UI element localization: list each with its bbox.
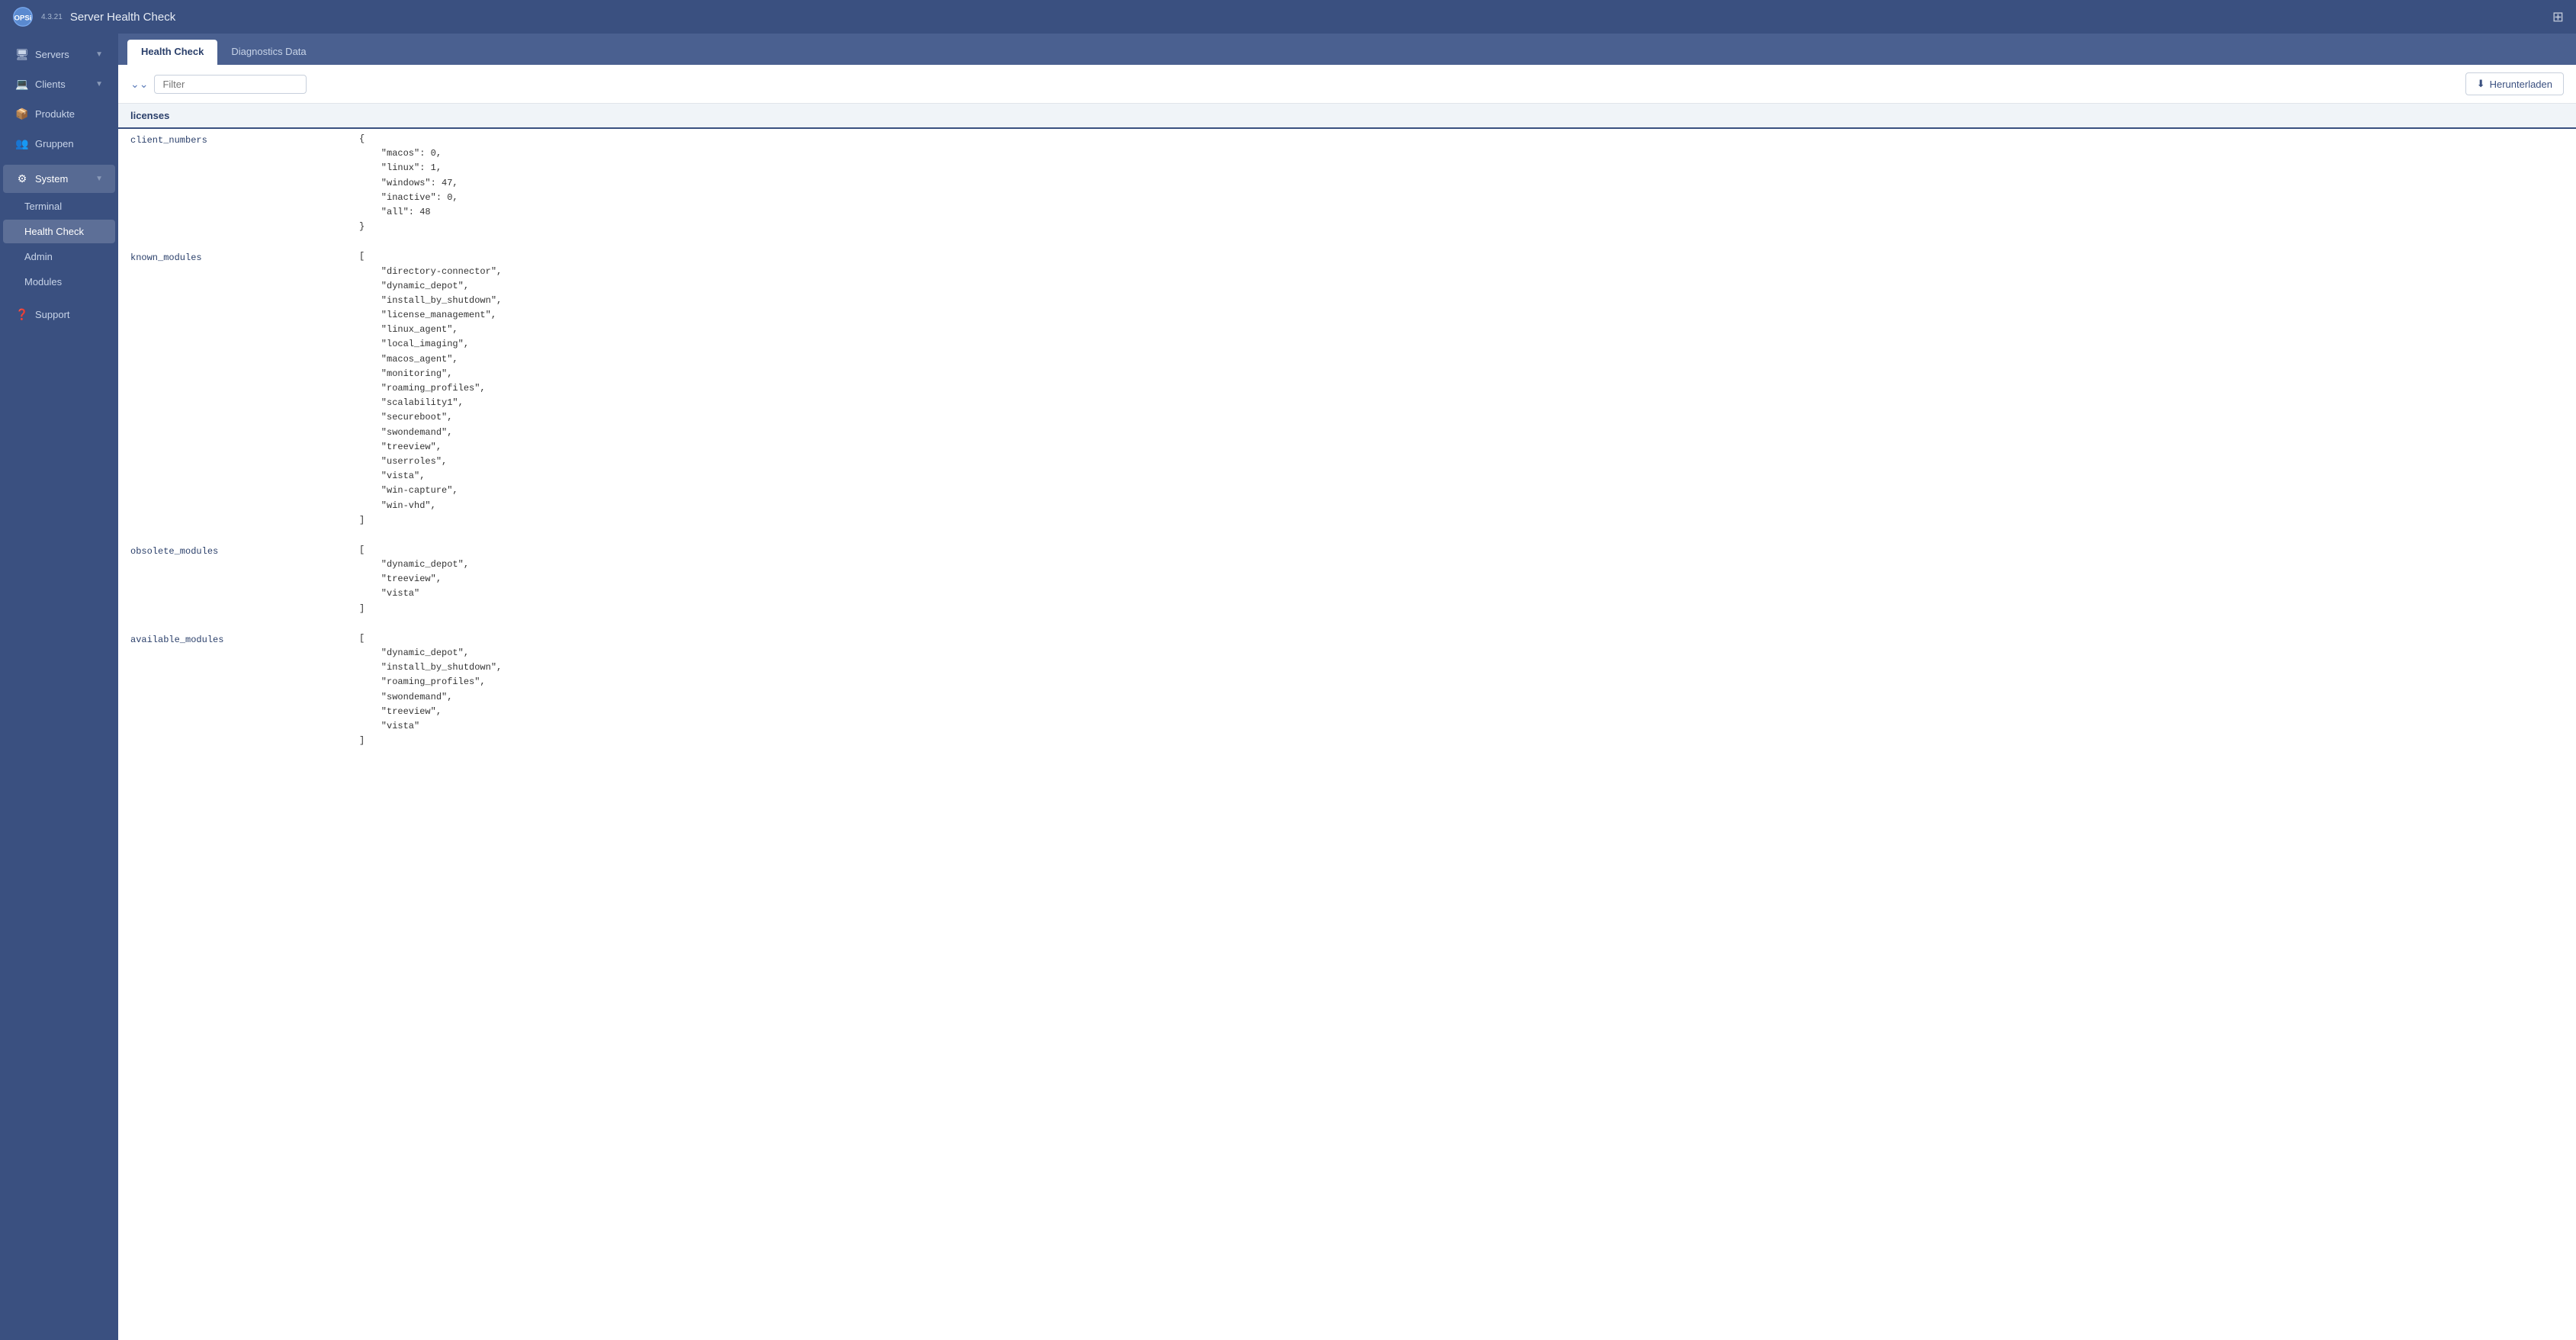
tab-health-check[interactable]: Health Check [127, 40, 217, 65]
sidebar-item-servers-label: Servers [35, 49, 69, 60]
grid-icon[interactable]: ⊞ [2552, 9, 2564, 25]
sidebar-sub-item-admin[interactable]: Admin [3, 245, 115, 268]
main-layout: 🖥 Servers ▼ 💻 Clients ▼ 📦 Produkte 👥 Gru… [0, 34, 2576, 1340]
sidebar: 🖥 Servers ▼ 💻 Clients ▼ 📦 Produkte 👥 Gru… [0, 34, 118, 1340]
page-title: Server Health Check [70, 11, 175, 24]
sidebar-item-support-label: Support [35, 309, 70, 320]
download-label: Herunterladen [2490, 79, 2552, 90]
data-row-known-modules: known_modules [ "directory-connector", "… [118, 246, 2576, 531]
section-name: licenses [130, 110, 169, 121]
chevron-icon: ▼ [95, 50, 103, 59]
version-badge: 4.3.21 [41, 13, 63, 21]
sidebar-item-produkte-label: Produkte [35, 108, 75, 120]
topbar: OPSi 4.3.21 Server Health Check ⊞ [0, 0, 2576, 34]
data-value-available-modules: [ "dynamic_depot", "install_by_shutdown"… [359, 631, 2564, 749]
topbar-left: OPSi 4.3.21 Server Health Check [12, 6, 175, 27]
tab-diagnostics-data[interactable]: Diagnostics Data [217, 40, 320, 65]
support-icon: ❓ [15, 308, 29, 321]
data-row-available-modules: available_modules [ "dynamic_depot", "in… [118, 628, 2576, 764]
filter-input-wrapper [154, 75, 307, 94]
content-area: Health Check Diagnostics Data ⌄⌄ ⬇ Herun… [118, 34, 2576, 1340]
section-header: licenses [118, 104, 2576, 129]
data-row-obsolete-modules: obsolete_modules [ "dynamic_depot", "tre… [118, 540, 2576, 619]
sidebar-sub-health-check-label: Health Check [24, 226, 84, 237]
servers-icon: 🖥 [15, 48, 29, 61]
sidebar-sub-terminal-label: Terminal [24, 201, 62, 212]
data-value-known-modules: [ "directory-connector", "dynamic_depot"… [359, 249, 2564, 528]
download-button[interactable]: ⬇ Herunterladen [2465, 72, 2564, 95]
download-icon: ⬇ [2477, 78, 2485, 90]
tabs-bar: Health Check Diagnostics Data [118, 34, 2576, 65]
filter-left: ⌄⌄ [130, 75, 307, 94]
clients-icon: 💻 [15, 78, 29, 91]
data-key-client-numbers: client_numbers [130, 132, 359, 148]
sidebar-item-produkte[interactable]: 📦 Produkte [3, 100, 115, 128]
sidebar-sub-admin-label: Admin [24, 251, 53, 262]
filter-bar: ⌄⌄ ⬇ Herunterladen [118, 65, 2576, 104]
sidebar-sub-item-health-check[interactable]: Health Check [3, 220, 115, 243]
sidebar-item-servers[interactable]: 🖥 Servers ▼ [3, 40, 115, 69]
system-icon: ⚙ [15, 172, 29, 185]
sidebar-item-clients[interactable]: 💻 Clients ▼ [3, 70, 115, 98]
svg-text:OPSi: OPSi [14, 14, 32, 22]
data-key-available-modules: available_modules [130, 631, 359, 648]
gruppen-icon: 👥 [15, 137, 29, 150]
filter-input[interactable] [162, 79, 298, 90]
sidebar-item-support[interactable]: ❓ Support [3, 300, 115, 329]
sidebar-item-system[interactable]: ⚙ System ▼ [3, 165, 115, 193]
sidebar-sub-item-terminal[interactable]: Terminal [3, 194, 115, 218]
sidebar-item-clients-label: Clients [35, 79, 66, 90]
topbar-right: ⊞ [2552, 9, 2564, 25]
data-key-known-modules: known_modules [130, 249, 359, 265]
chevron-icon-system: ▼ [95, 175, 103, 183]
logo: OPSi 4.3.21 [12, 6, 63, 27]
data-key-obsolete-modules: obsolete_modules [130, 543, 359, 559]
data-row-client-numbers: client_numbers { "macos": 0, "linux": 1,… [118, 129, 2576, 237]
data-value-obsolete-modules: [ "dynamic_depot", "treeview", "vista" ] [359, 543, 2564, 616]
filter-toggle-icon[interactable]: ⌄⌄ [130, 78, 148, 91]
sidebar-item-gruppen[interactable]: 👥 Gruppen [3, 130, 115, 158]
chevron-icon-clients: ▼ [95, 80, 103, 88]
produkte-icon: 📦 [15, 108, 29, 121]
sidebar-sub-item-modules[interactable]: Modules [3, 270, 115, 294]
data-value-client-numbers: { "macos": 0, "linux": 1, "windows": 47,… [359, 132, 2564, 234]
sidebar-sub-modules-label: Modules [24, 276, 62, 288]
sidebar-item-system-label: System [35, 173, 68, 185]
data-content: licenses client_numbers { "macos": 0, "l… [118, 104, 2576, 1340]
sidebar-item-gruppen-label: Gruppen [35, 138, 74, 149]
logo-icon: OPSi [12, 6, 34, 27]
